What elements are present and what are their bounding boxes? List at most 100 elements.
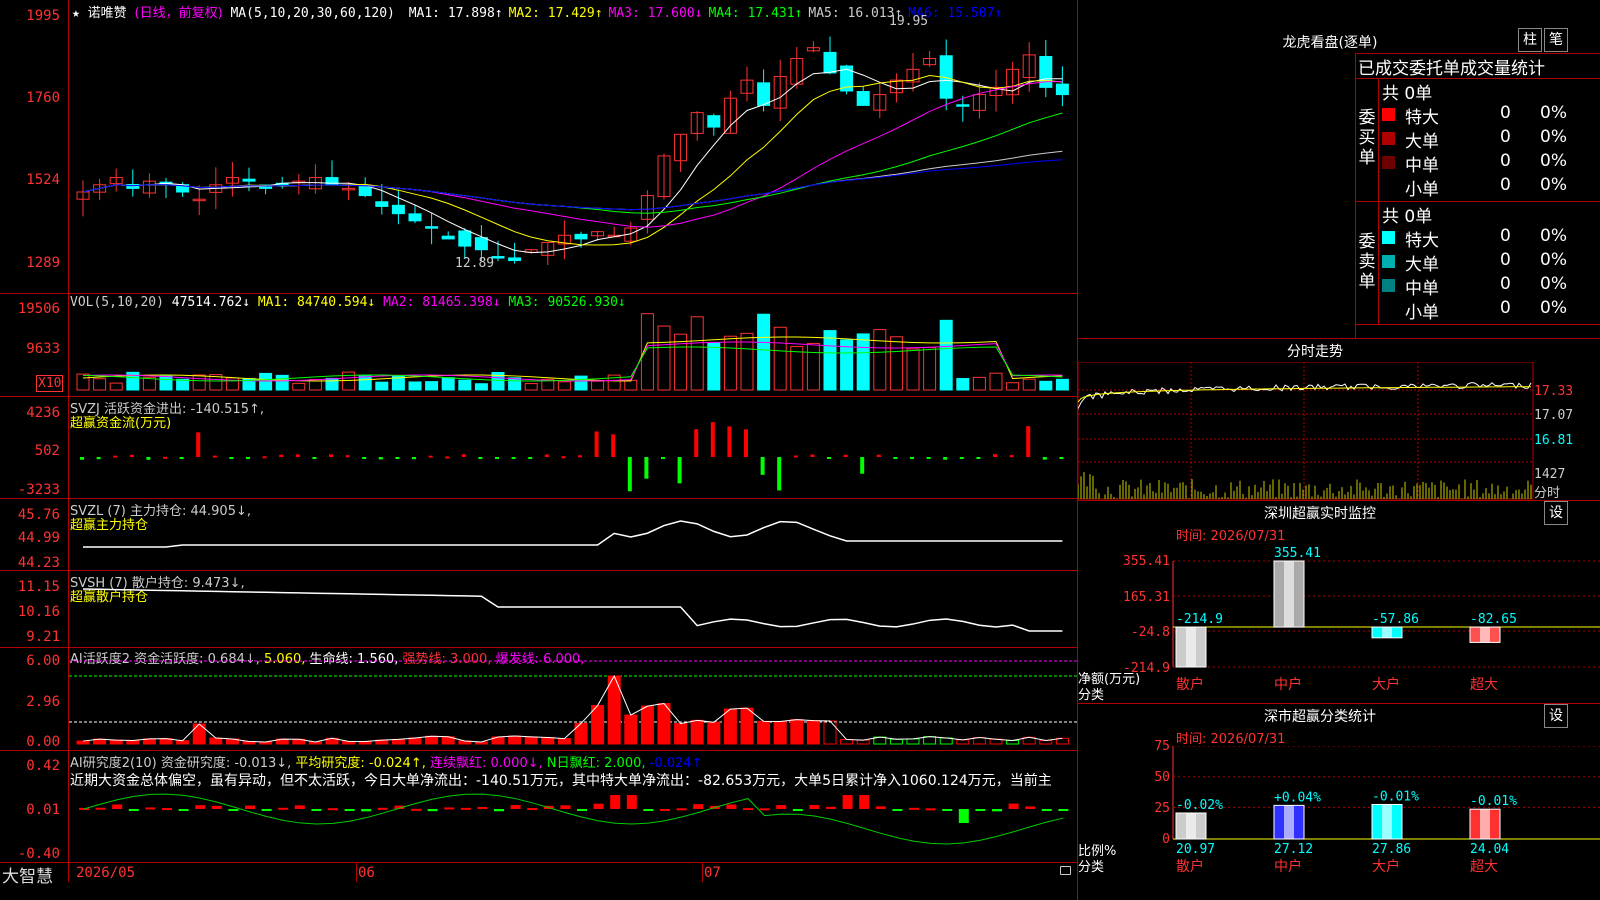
activity-bar [425,735,439,745]
research-bar [560,805,571,809]
volume-chart[interactable] [69,294,1077,396]
activity-bar [740,707,754,745]
y-tick: 502 [34,443,60,459]
holding-line [83,520,1063,548]
szcls-ytick: 50 [1154,770,1170,785]
y-tick: 1760 [26,90,60,106]
research-bar [411,808,421,811]
candle-body [757,82,771,106]
volume-bar [923,347,937,391]
low-price-label: 12.89 [455,256,495,271]
research-bar [278,807,289,810]
ai-research-chart[interactable] [69,751,1077,862]
flow-bar [744,429,748,457]
bar-highlight [1284,561,1294,628]
research-bar [892,809,903,811]
ai-activity-chart[interactable] [69,648,1077,750]
candle-body [856,91,870,106]
y-tick: 45.76 [17,507,60,523]
volume-bar [1055,378,1069,391]
bar-mode-button[interactable]: 柱 [1518,28,1542,52]
research-bar [610,795,621,809]
research-bar [809,805,820,809]
buy-name: 特大 [1405,108,1439,128]
buy-pct: 0% [1540,103,1567,123]
sell-color-swatch [1382,303,1395,316]
volume-bar [989,372,1003,391]
flow-bar [511,457,516,459]
activity-bar [557,738,571,745]
retail-holding-chart[interactable] [69,571,1077,647]
volume-bar [972,376,986,391]
sz-class-chart[interactable]: -0.02% 20.97散户 +0.04% 27.12中户 -0.01% 27.86大户 -… [1172,746,1600,900]
flow-bar [810,454,815,457]
volume-bar [574,375,588,391]
bar-value-label: 355.41 [1274,546,1321,561]
volume-bar [325,377,339,391]
vol-unit-badge: X10 [36,375,64,392]
volume-bar [275,374,289,391]
flow-bar [246,457,250,459]
activity-bar [624,714,638,745]
sell-side-label: 委卖单 [1358,232,1376,292]
research-bar [925,808,936,811]
intraday-chart[interactable] [1078,362,1534,500]
research-bar [1041,809,1052,811]
y-tick: 9.21 [26,629,60,645]
y-tick: 44.99 [17,530,60,546]
activity-bar [1039,739,1053,745]
research-bar [444,807,455,810]
flow-bar [478,457,483,459]
flow-bar [793,455,798,458]
volume-bar [1006,382,1020,391]
volume-bar [723,335,737,391]
y-tick: 1289 [26,255,60,271]
volume-bar [624,379,638,391]
activity-bar [906,738,920,745]
bar-total-label: 20.97 [1176,842,1215,857]
bar-highlight [1186,627,1196,667]
flow-bar [611,434,616,457]
flow-bar [196,432,201,457]
volume-bar [259,372,273,391]
volume-bar [474,383,488,391]
fund-flow-chart[interactable] [69,397,1077,498]
main-holding-chart[interactable] [69,499,1077,570]
flow-bar [860,457,865,474]
category-label: 大户 [1372,858,1400,875]
candle-body [242,178,256,182]
buy-pct: 0% [1540,127,1567,147]
lock-icon[interactable] [1060,866,1071,875]
flow-bar [262,456,267,459]
sell-name: 中单 [1405,279,1439,299]
szcls-settings-button[interactable]: 设 [1544,704,1568,728]
fs-ytick: 17.07 [1534,408,1574,423]
bar-value-label: +0.04% [1274,790,1321,805]
volume-bar [93,378,107,391]
lhb-title: 龙虎看盘(逐单) [1282,35,1378,51]
sell-name: 大单 [1405,255,1439,275]
date-tick: 2026/05 [76,865,136,881]
tick-mode-button[interactable]: 笔 [1544,28,1568,52]
date-tick: 06 [358,865,375,881]
activity-bar [889,738,903,745]
buy-count: 0 [1500,175,1511,195]
candle-body [474,237,488,251]
candlestick-chart[interactable] [69,0,1077,293]
szmon-settings-button[interactable]: 设 [1544,501,1568,525]
y-tick: 0.01 [26,802,60,818]
research-bar [178,809,189,811]
flow-bar [727,426,732,457]
research-bar [776,805,787,809]
flow-bar [113,455,118,458]
szcls-ytick: 0 [1162,832,1170,847]
volume-bar [557,381,571,391]
activity-bar [1006,739,1020,745]
research-bar [958,809,969,823]
research-bar [228,809,239,811]
research-bar [128,809,139,811]
research-bar [162,808,172,811]
sz-monitor-chart[interactable]: -214.9 散户 355.41 中户 -57.86 大户 -82.65 超大 [1172,545,1600,703]
flow-bar [544,454,549,457]
activity-bar [790,719,804,745]
